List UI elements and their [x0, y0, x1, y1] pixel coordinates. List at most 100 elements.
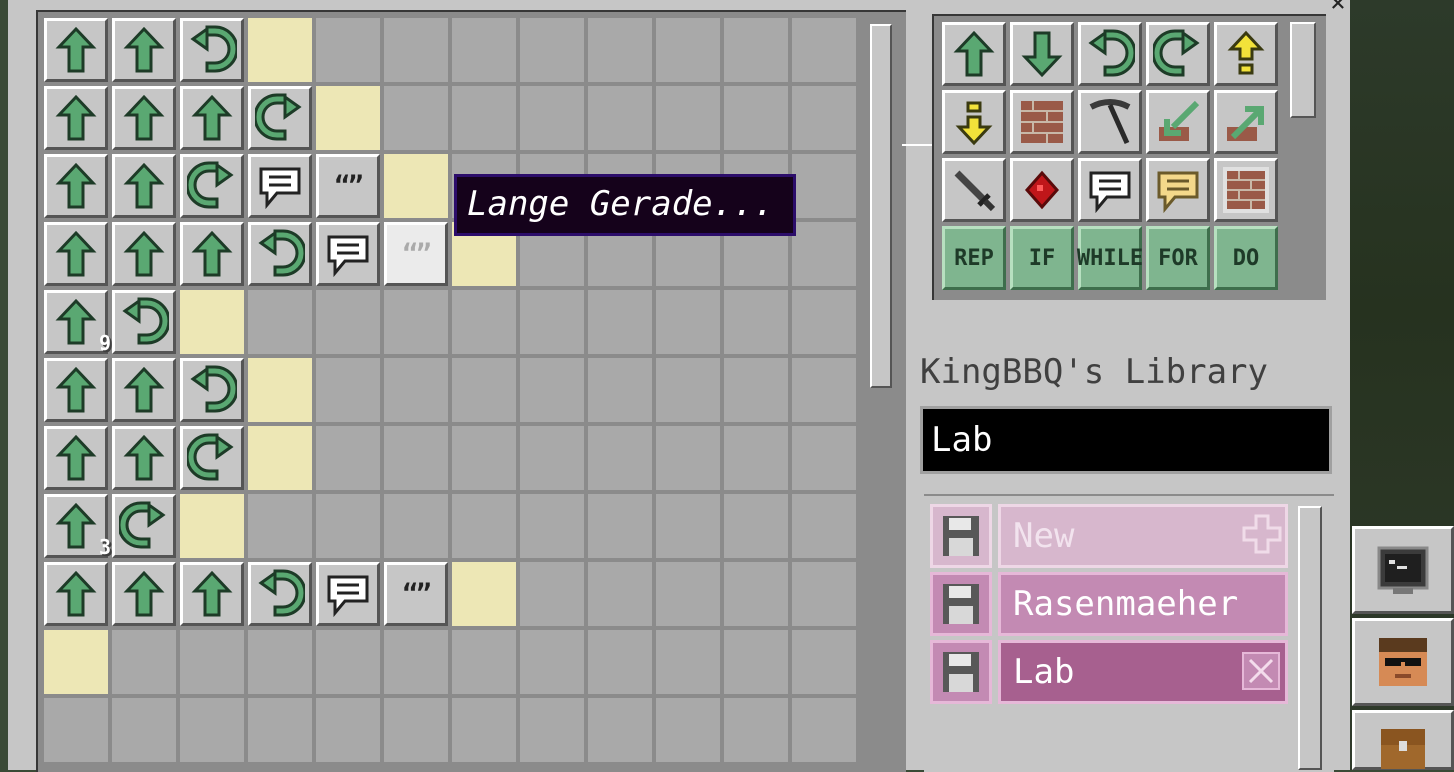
command-tile-turn-left[interactable] — [248, 222, 312, 286]
grid-cell-empty[interactable] — [180, 630, 244, 694]
palette-brick-framed-icon[interactable] — [1214, 158, 1278, 222]
palette-say-icon[interactable] — [1078, 158, 1142, 222]
grid-cell-empty[interactable] — [384, 494, 448, 558]
command-tile-turn-right[interactable] — [180, 154, 244, 218]
grid-cell-empty[interactable] — [452, 86, 516, 150]
grid-cell-insert[interactable] — [248, 426, 312, 490]
grid-cell-insert[interactable] — [248, 358, 312, 422]
command-tile-up[interactable] — [112, 18, 176, 82]
delete-icon[interactable] — [1242, 652, 1280, 690]
grid-cell-empty[interactable] — [792, 154, 856, 218]
grid-cell-empty[interactable] — [384, 358, 448, 422]
command-tile-up[interactable] — [112, 222, 176, 286]
grid-cell-empty[interactable] — [248, 698, 312, 762]
command-tile-quote[interactable]: “” — [384, 562, 448, 626]
grid-cell-empty[interactable] — [656, 358, 720, 422]
grid-cell-empty[interactable] — [248, 290, 312, 354]
grid-cell-empty[interactable] — [44, 698, 108, 762]
library-item-rasenmaeher[interactable]: Rasenmaeher — [930, 572, 1288, 636]
command-tile-up[interactable] — [112, 154, 176, 218]
grid-cell-empty[interactable] — [792, 358, 856, 422]
command-tile-turn-left[interactable] — [112, 290, 176, 354]
grid-cell-empty[interactable] — [792, 562, 856, 626]
grid-cell-empty[interactable] — [316, 358, 380, 422]
grid-cell-empty[interactable] — [588, 86, 652, 150]
grid-cell-empty[interactable] — [588, 562, 652, 626]
palette-down-icon[interactable] — [1010, 22, 1074, 86]
tab-chest[interactable] — [1352, 710, 1454, 770]
grid-cell-empty[interactable] — [452, 494, 516, 558]
grid-cell-empty[interactable] — [112, 630, 176, 694]
grid-cell-empty[interactable] — [316, 18, 380, 82]
grid-cell-empty[interactable] — [520, 86, 584, 150]
grid-cell-empty[interactable] — [724, 358, 788, 422]
command-tile-up[interactable] — [180, 562, 244, 626]
grid-cell-empty[interactable] — [724, 562, 788, 626]
grid-cell-empty[interactable] — [316, 290, 380, 354]
grid-cell-empty[interactable] — [792, 222, 856, 286]
command-tile-say[interactable] — [248, 154, 312, 218]
palette-rep-button[interactable]: REP — [942, 226, 1006, 290]
command-tile-up[interactable] — [44, 562, 108, 626]
grid-cell-empty[interactable] — [452, 698, 516, 762]
grid-cell-empty[interactable] — [588, 630, 652, 694]
command-tile-turn-left[interactable] — [180, 18, 244, 82]
grid-cell-empty[interactable] — [520, 358, 584, 422]
grid-cell-empty[interactable] — [520, 290, 584, 354]
command-tile-quote[interactable]: “” — [316, 154, 380, 218]
palette-down-yellow-icon[interactable] — [942, 90, 1006, 154]
grid-cell-empty[interactable] — [588, 290, 652, 354]
grid-cell-empty[interactable] — [724, 698, 788, 762]
palette-turn-right-icon[interactable] — [1146, 22, 1210, 86]
grid-cell-empty[interactable] — [724, 86, 788, 150]
grid-cell-empty[interactable] — [588, 358, 652, 422]
tab-face[interactable] — [1352, 618, 1454, 706]
grid-cell-empty[interactable] — [384, 86, 448, 150]
library-search-input[interactable]: Lab — [920, 406, 1332, 474]
grid-cell-empty[interactable] — [588, 18, 652, 82]
grid-cell-empty[interactable] — [452, 630, 516, 694]
grid-cell-empty[interactable] — [316, 494, 380, 558]
palette-if-button[interactable]: IF — [1010, 226, 1074, 290]
plus-icon[interactable] — [1242, 514, 1282, 554]
grid-cell-empty[interactable] — [792, 494, 856, 558]
grid-cell-empty[interactable] — [520, 18, 584, 82]
palette-redstone-icon[interactable] — [1010, 158, 1074, 222]
command-tile-up[interactable]: 9 — [44, 290, 111, 355]
grid-cell-empty[interactable] — [792, 698, 856, 762]
command-tile-up[interactable] — [112, 426, 176, 490]
command-tile-up[interactable] — [112, 86, 176, 150]
grid-cell-empty[interactable] — [588, 426, 652, 490]
grid-cell-empty[interactable] — [452, 290, 516, 354]
command-tile-up[interactable] — [44, 222, 108, 286]
palette-place-up-icon[interactable] — [1214, 90, 1278, 154]
grid-cell-empty[interactable] — [724, 18, 788, 82]
grid-cell-empty[interactable] — [792, 290, 856, 354]
grid-cell-insert[interactable] — [384, 154, 448, 218]
grid-cell-insert[interactable] — [452, 562, 516, 626]
grid-cell-empty[interactable] — [520, 698, 584, 762]
grid-cell-empty[interactable] — [520, 494, 584, 558]
command-tile-up[interactable] — [44, 18, 108, 82]
grid-cell-empty[interactable] — [588, 494, 652, 558]
grid-cell-empty[interactable] — [384, 18, 448, 82]
grid-cell-insert[interactable] — [180, 290, 244, 354]
command-tile-up[interactable] — [180, 222, 244, 286]
grid-cell-empty[interactable] — [656, 18, 720, 82]
palette-scrollbar[interactable] — [1290, 22, 1316, 118]
palette-pickaxe-icon[interactable] — [1078, 90, 1142, 154]
command-tile-up[interactable] — [112, 562, 176, 626]
library-item-lab[interactable]: Lab — [930, 640, 1288, 704]
grid-cell-empty[interactable] — [588, 698, 652, 762]
palette-for-button[interactable]: FOR — [1146, 226, 1210, 290]
command-tile-turn-right[interactable] — [180, 426, 244, 490]
grid-cell-empty[interactable] — [452, 426, 516, 490]
grid-cell-empty[interactable] — [452, 18, 516, 82]
grid-cell-empty[interactable] — [384, 630, 448, 694]
grid-cell-empty[interactable] — [724, 290, 788, 354]
grid-cell-empty[interactable] — [316, 426, 380, 490]
grid-cell-empty[interactable] — [248, 630, 312, 694]
close-icon[interactable]: × — [1324, 0, 1352, 16]
grid-cell-empty[interactable] — [384, 426, 448, 490]
grid-cell-empty[interactable] — [724, 426, 788, 490]
